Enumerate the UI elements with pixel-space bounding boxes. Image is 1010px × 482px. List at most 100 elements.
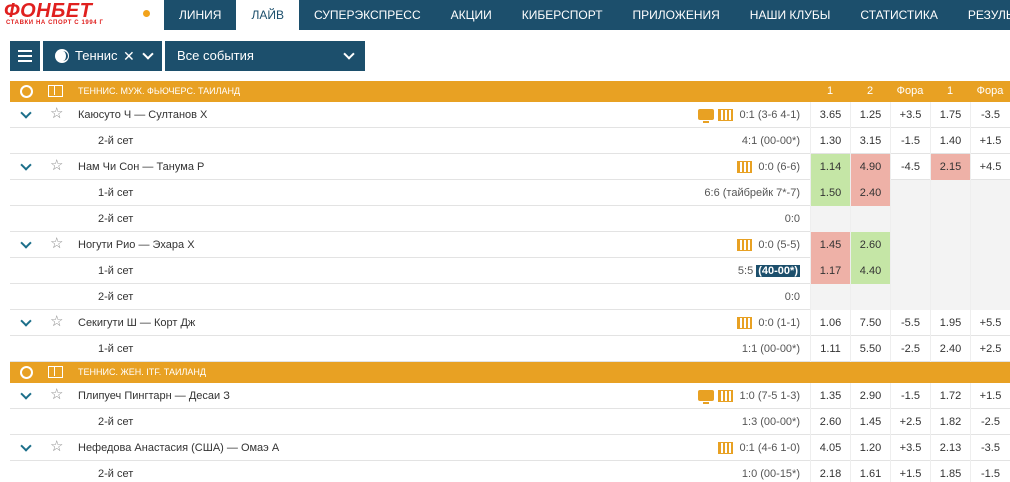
stats-icon[interactable]	[737, 317, 752, 329]
odds-cell[interactable]: -1.5	[890, 128, 930, 154]
odds-cell[interactable]: 2.40	[850, 180, 890, 206]
clear-sport-icon[interactable]: ✕	[123, 49, 135, 63]
match-row[interactable]: ☆ Каюсуто Ч — Султанов Х 0:1 (3-6 4-1) 3.65…	[10, 102, 1010, 128]
odds-cell[interactable]: 2.13	[930, 435, 970, 461]
odds-cell[interactable]: 4.90	[850, 154, 890, 180]
tv-icon[interactable]	[698, 390, 714, 404]
event-name[interactable]: Плипуеч Пингтарн — Десаи З	[78, 383, 230, 409]
star-icon[interactable]: ☆	[50, 236, 63, 252]
set-row[interactable]: 2-й сет 1:0 (00-15*) 2.18 1.61 +1.5 1.85 -1.5	[10, 461, 1010, 482]
odds-cell[interactable]: +4.5	[970, 154, 1010, 180]
odds-cell[interactable]: 5.50	[850, 336, 890, 362]
event-name[interactable]: 2-й сет	[98, 461, 133, 482]
star-icon[interactable]: ☆	[50, 158, 63, 174]
match-row[interactable]: ☆ Плипуеч Пингтарн — Десаи З 1:0 (7-5 1-3)…	[10, 383, 1010, 409]
event-name[interactable]: Нефедова Анастасия (США) — Омаэ А	[78, 435, 279, 461]
odds-cell[interactable]: 1.45	[810, 232, 850, 258]
set-row[interactable]: 1-й сет 1:1 (00-00*) 1.11 5.50 -2.5 2.40 +2.5	[10, 336, 1010, 362]
stats-icon[interactable]	[737, 239, 752, 251]
odds-cell[interactable]: 1.20	[850, 435, 890, 461]
odds-cell[interactable]: 1.35	[810, 383, 850, 409]
match-row[interactable]: ☆ Ногути Рио — Эхара Х 0:0 (5-5) 1.45 2.60	[10, 232, 1010, 258]
match-row[interactable]: ☆ Нам Чи Сон — Танума Р 0:0 (6-6) 1.14 4.90-…	[10, 154, 1010, 180]
nav-item-2[interactable]: ЛАЙВ	[236, 0, 299, 30]
court-icon[interactable]	[48, 85, 63, 97]
odds-cell[interactable]: -2.5	[890, 336, 930, 362]
menu-button[interactable]	[10, 41, 40, 71]
set-row[interactable]: 2-й сет 4:1 (00-00*) 1.30 3.15 -1.5 1.40 +1.5	[10, 128, 1010, 154]
chevron-down-icon[interactable]	[142, 48, 154, 60]
event-name[interactable]: 1-й сет	[98, 258, 133, 284]
odds-cell[interactable]: 2.60	[810, 409, 850, 435]
odds-cell[interactable]: 1.85	[930, 461, 970, 482]
events-select[interactable]: Все события	[165, 41, 365, 71]
odds-cell[interactable]: +3.5	[890, 435, 930, 461]
event-name[interactable]: 2-й сет	[98, 409, 133, 435]
nav-item-9[interactable]: РЕЗУЛЬТАТЫ	[953, 0, 1010, 30]
odds-cell[interactable]: 4.05	[810, 435, 850, 461]
odds-cell[interactable]: 1.17	[810, 258, 850, 284]
event-name[interactable]: 2-й сет	[98, 128, 133, 154]
event-name[interactable]: 1-й сет	[98, 336, 133, 362]
chevron-down-icon[interactable]	[20, 159, 32, 171]
league-header[interactable]: Теннис. Жен. ITF. Таиланд	[10, 362, 1010, 383]
event-name[interactable]: Секигути Ш — Корт Дж	[78, 310, 195, 336]
odds-cell[interactable]: 1.75	[930, 102, 970, 128]
match-row[interactable]: ☆ Нефедова Анастасия (США) — Омаэ А 0:1 (4…	[10, 435, 1010, 461]
odds-cell[interactable]: 1.30	[810, 128, 850, 154]
odds-cell[interactable]: 1.61	[850, 461, 890, 482]
odds-cell[interactable]: +3.5	[890, 102, 930, 128]
odds-cell[interactable]: 1.11	[810, 336, 850, 362]
league-header[interactable]: Теннис. Муж. Фьючерс. Таиланд 1 2 Фора 1 Фора	[10, 81, 1010, 102]
set-row[interactable]: 2-й сет 0:0	[10, 206, 1010, 232]
sport-select[interactable]: Теннис ✕	[43, 41, 162, 71]
nav-item-6[interactable]: ПРИЛОЖЕНИЯ	[618, 0, 735, 30]
odds-cell[interactable]: 3.15	[850, 128, 890, 154]
odds-cell[interactable]: 1.45	[850, 409, 890, 435]
odds-cell[interactable]: 4.40	[850, 258, 890, 284]
odds-cell[interactable]: -1.5	[890, 383, 930, 409]
nav-item-5[interactable]: КИБЕРСПОРТ	[507, 0, 618, 30]
stats-icon[interactable]	[737, 161, 752, 173]
chevron-down-icon[interactable]	[20, 315, 32, 327]
event-name[interactable]: Нам Чи Сон — Танума Р	[78, 154, 204, 180]
stats-icon[interactable]	[718, 442, 733, 454]
chevron-down-icon[interactable]	[20, 388, 32, 400]
set-row[interactable]: 2-й сет 1:3 (00-00*) 2.60 1.45 +2.5 1.82 -2.5	[10, 409, 1010, 435]
odds-cell[interactable]: -4.5	[890, 154, 930, 180]
star-icon[interactable]: ☆	[50, 387, 63, 403]
nav-item-4[interactable]: АКЦИИ	[436, 0, 507, 30]
nav-item-7[interactable]: НАШИ КЛУБЫ	[735, 0, 846, 30]
odds-cell[interactable]: 7.50	[850, 310, 890, 336]
odds-cell[interactable]: +1.5	[970, 128, 1010, 154]
star-icon[interactable]: ☆	[50, 106, 63, 122]
logo[interactable]: ФОНБЕТ СТАВКИ НА СПОРТ С 1994 Г	[0, 0, 164, 30]
match-row[interactable]: ☆ Секигути Ш — Корт Дж 0:0 (1-1) 1.06 7.50 -5…	[10, 310, 1010, 336]
odds-cell[interactable]: 1.06	[810, 310, 850, 336]
odds-cell[interactable]: -3.5	[970, 102, 1010, 128]
odds-cell[interactable]: -3.5	[970, 435, 1010, 461]
odds-cell[interactable]: +1.5	[890, 461, 930, 482]
chevron-down-icon[interactable]	[20, 107, 32, 119]
odds-cell[interactable]: 1.82	[930, 409, 970, 435]
nav-item-3[interactable]: СУПЕРЭКСПРЕСС	[299, 0, 436, 30]
event-name[interactable]: 2-й сет	[98, 284, 133, 310]
nav-item-1[interactable]: ЛИНИЯ	[164, 0, 236, 30]
odds-cell[interactable]: 2.40	[930, 336, 970, 362]
odds-cell[interactable]: 2.60	[850, 232, 890, 258]
chevron-down-icon[interactable]	[20, 237, 32, 249]
odds-cell[interactable]: 2.15	[930, 154, 970, 180]
stats-icon[interactable]	[718, 390, 733, 402]
chevron-down-icon[interactable]	[20, 440, 32, 452]
event-name[interactable]: 1-й сет	[98, 180, 133, 206]
odds-cell[interactable]: +2.5	[970, 336, 1010, 362]
set-row[interactable]: 1-й сет 5:5 (40-00*) 1.17 4.40	[10, 258, 1010, 284]
odds-cell[interactable]: -1.5	[970, 461, 1010, 482]
odds-cell[interactable]: +1.5	[970, 383, 1010, 409]
odds-cell[interactable]: 2.90	[850, 383, 890, 409]
odds-cell[interactable]: 1.14	[810, 154, 850, 180]
odds-cell[interactable]: 3.65	[810, 102, 850, 128]
odds-cell[interactable]: +2.5	[890, 409, 930, 435]
set-row[interactable]: 2-й сет 0:0	[10, 284, 1010, 310]
nav-item-8[interactable]: СТАТИСТИКА	[845, 0, 952, 30]
